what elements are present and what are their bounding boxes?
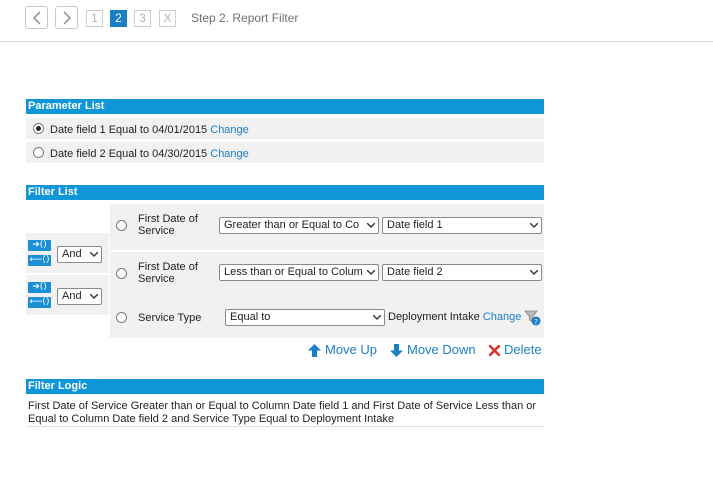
indent-left-icon[interactable]: ⟵(): [28, 255, 51, 266]
connector-select[interactable]: And: [57, 246, 102, 263]
filter-value-text: Deployment Intake: [388, 311, 480, 323]
filter-row-radio[interactable]: [116, 220, 127, 231]
filter-row[interactable]: First Date of Service Greater than or Eq…: [110, 204, 544, 250]
move-up-label: Move Up: [325, 342, 378, 357]
value-text: Date field 1: [387, 219, 443, 231]
move-up-button[interactable]: Move Up: [308, 342, 378, 358]
value-text: Date field 2: [387, 266, 443, 278]
indent-right-icon[interactable]: ➜(): [28, 240, 51, 251]
operator-select[interactable]: Greater than or Equal to Co: [219, 217, 379, 234]
indent-right-icon[interactable]: ➜(): [28, 282, 51, 293]
chevron-left-icon: [32, 11, 41, 25]
filter-field: First Date of Service: [138, 261, 198, 285]
parameter-list-header: Parameter List: [26, 99, 544, 114]
step-title: Step 2. Report Filter: [191, 11, 299, 25]
filter-field-line: First Date of: [138, 261, 198, 273]
connector-group: ➜() ⟵() And: [26, 233, 109, 273]
chevron-down-icon: [90, 252, 98, 257]
filter-field-line: Service: [138, 273, 175, 285]
connector-group: ➜() ⟵() And: [26, 275, 109, 315]
filter-logic-text: First Date of Service Greater than or Eq…: [28, 400, 537, 425]
parameter-radio[interactable]: [33, 147, 44, 158]
filter-row[interactable]: Service Type Equal to Deployment Intake …: [110, 298, 544, 338]
delete-label: Delete: [504, 342, 542, 357]
delete-button[interactable]: Delete: [489, 342, 542, 357]
filter-row[interactable]: First Date of Service Less than or Equal…: [110, 252, 544, 298]
chevron-down-icon: [530, 223, 538, 228]
operator-select[interactable]: Less than or Equal to Colum: [219, 264, 379, 281]
filter-field-line: First Date of: [138, 213, 198, 225]
chevron-down-icon: [90, 294, 98, 299]
filter-lookup-icon[interactable]: ?: [524, 309, 541, 326]
parameter-radio[interactable]: [33, 123, 44, 134]
parameter-text: Date field 2 Equal to 04/30/2015: [50, 148, 208, 160]
operator-value: Greater than or Equal to Co: [224, 219, 360, 231]
step-2[interactable]: 2: [110, 10, 127, 27]
filter-field: First Date of Service: [138, 213, 198, 237]
wizard-bar: 1 2 3 X Step 2. Report Filter: [0, 0, 713, 42]
step-1[interactable]: 1: [86, 10, 103, 27]
svg-text:?: ?: [534, 318, 538, 326]
delete-x-icon: [489, 345, 500, 357]
connector-value: And: [62, 290, 82, 302]
filter-field-line: Service: [138, 225, 175, 237]
operator-value: Equal to: [230, 311, 271, 323]
chevron-down-icon: [367, 270, 375, 275]
divider: [26, 426, 544, 427]
operator-value: Less than or Equal to Colum: [224, 266, 363, 278]
forward-button[interactable]: [55, 6, 78, 29]
parameter-row[interactable]: Date field 2 Equal to 04/30/2015 Change: [26, 142, 544, 163]
back-button[interactable]: [25, 6, 48, 29]
filter-logic-header: Filter Logic: [26, 379, 544, 394]
value-select[interactable]: Date field 1: [382, 217, 542, 234]
filter-change-link[interactable]: Change: [483, 311, 522, 323]
arrow-up-icon: [308, 344, 321, 358]
filter-field: Service Type: [138, 312, 201, 324]
connector-value: And: [62, 248, 82, 260]
move-down-button[interactable]: Move Down: [390, 342, 476, 358]
operator-select[interactable]: Equal to: [225, 309, 385, 326]
chevron-down-icon: [367, 223, 375, 228]
parameter-text: Date field 1 Equal to 04/01/2015: [50, 124, 208, 136]
step-3[interactable]: 3: [134, 10, 151, 27]
chevron-down-icon: [373, 315, 381, 320]
filter-row-radio[interactable]: [116, 268, 127, 279]
connector-select[interactable]: And: [57, 288, 102, 305]
arrow-down-icon: [390, 344, 403, 358]
filter-list-header: Filter List: [26, 185, 544, 200]
filter-row-radio[interactable]: [116, 312, 127, 323]
parameter-row[interactable]: Date field 1 Equal to 04/01/2015 Change: [26, 118, 544, 139]
step-exit[interactable]: X: [159, 10, 176, 27]
filter-field-line: Service Type: [138, 312, 202, 324]
chevron-down-icon: [530, 270, 538, 275]
value-select[interactable]: Date field 2: [382, 264, 542, 281]
parameter-change-link[interactable]: Change: [210, 124, 249, 136]
indent-left-icon[interactable]: ⟵(): [28, 297, 51, 308]
move-down-label: Move Down: [407, 342, 476, 357]
parameter-change-link[interactable]: Change: [210, 148, 249, 160]
chevron-right-icon: [63, 11, 72, 25]
